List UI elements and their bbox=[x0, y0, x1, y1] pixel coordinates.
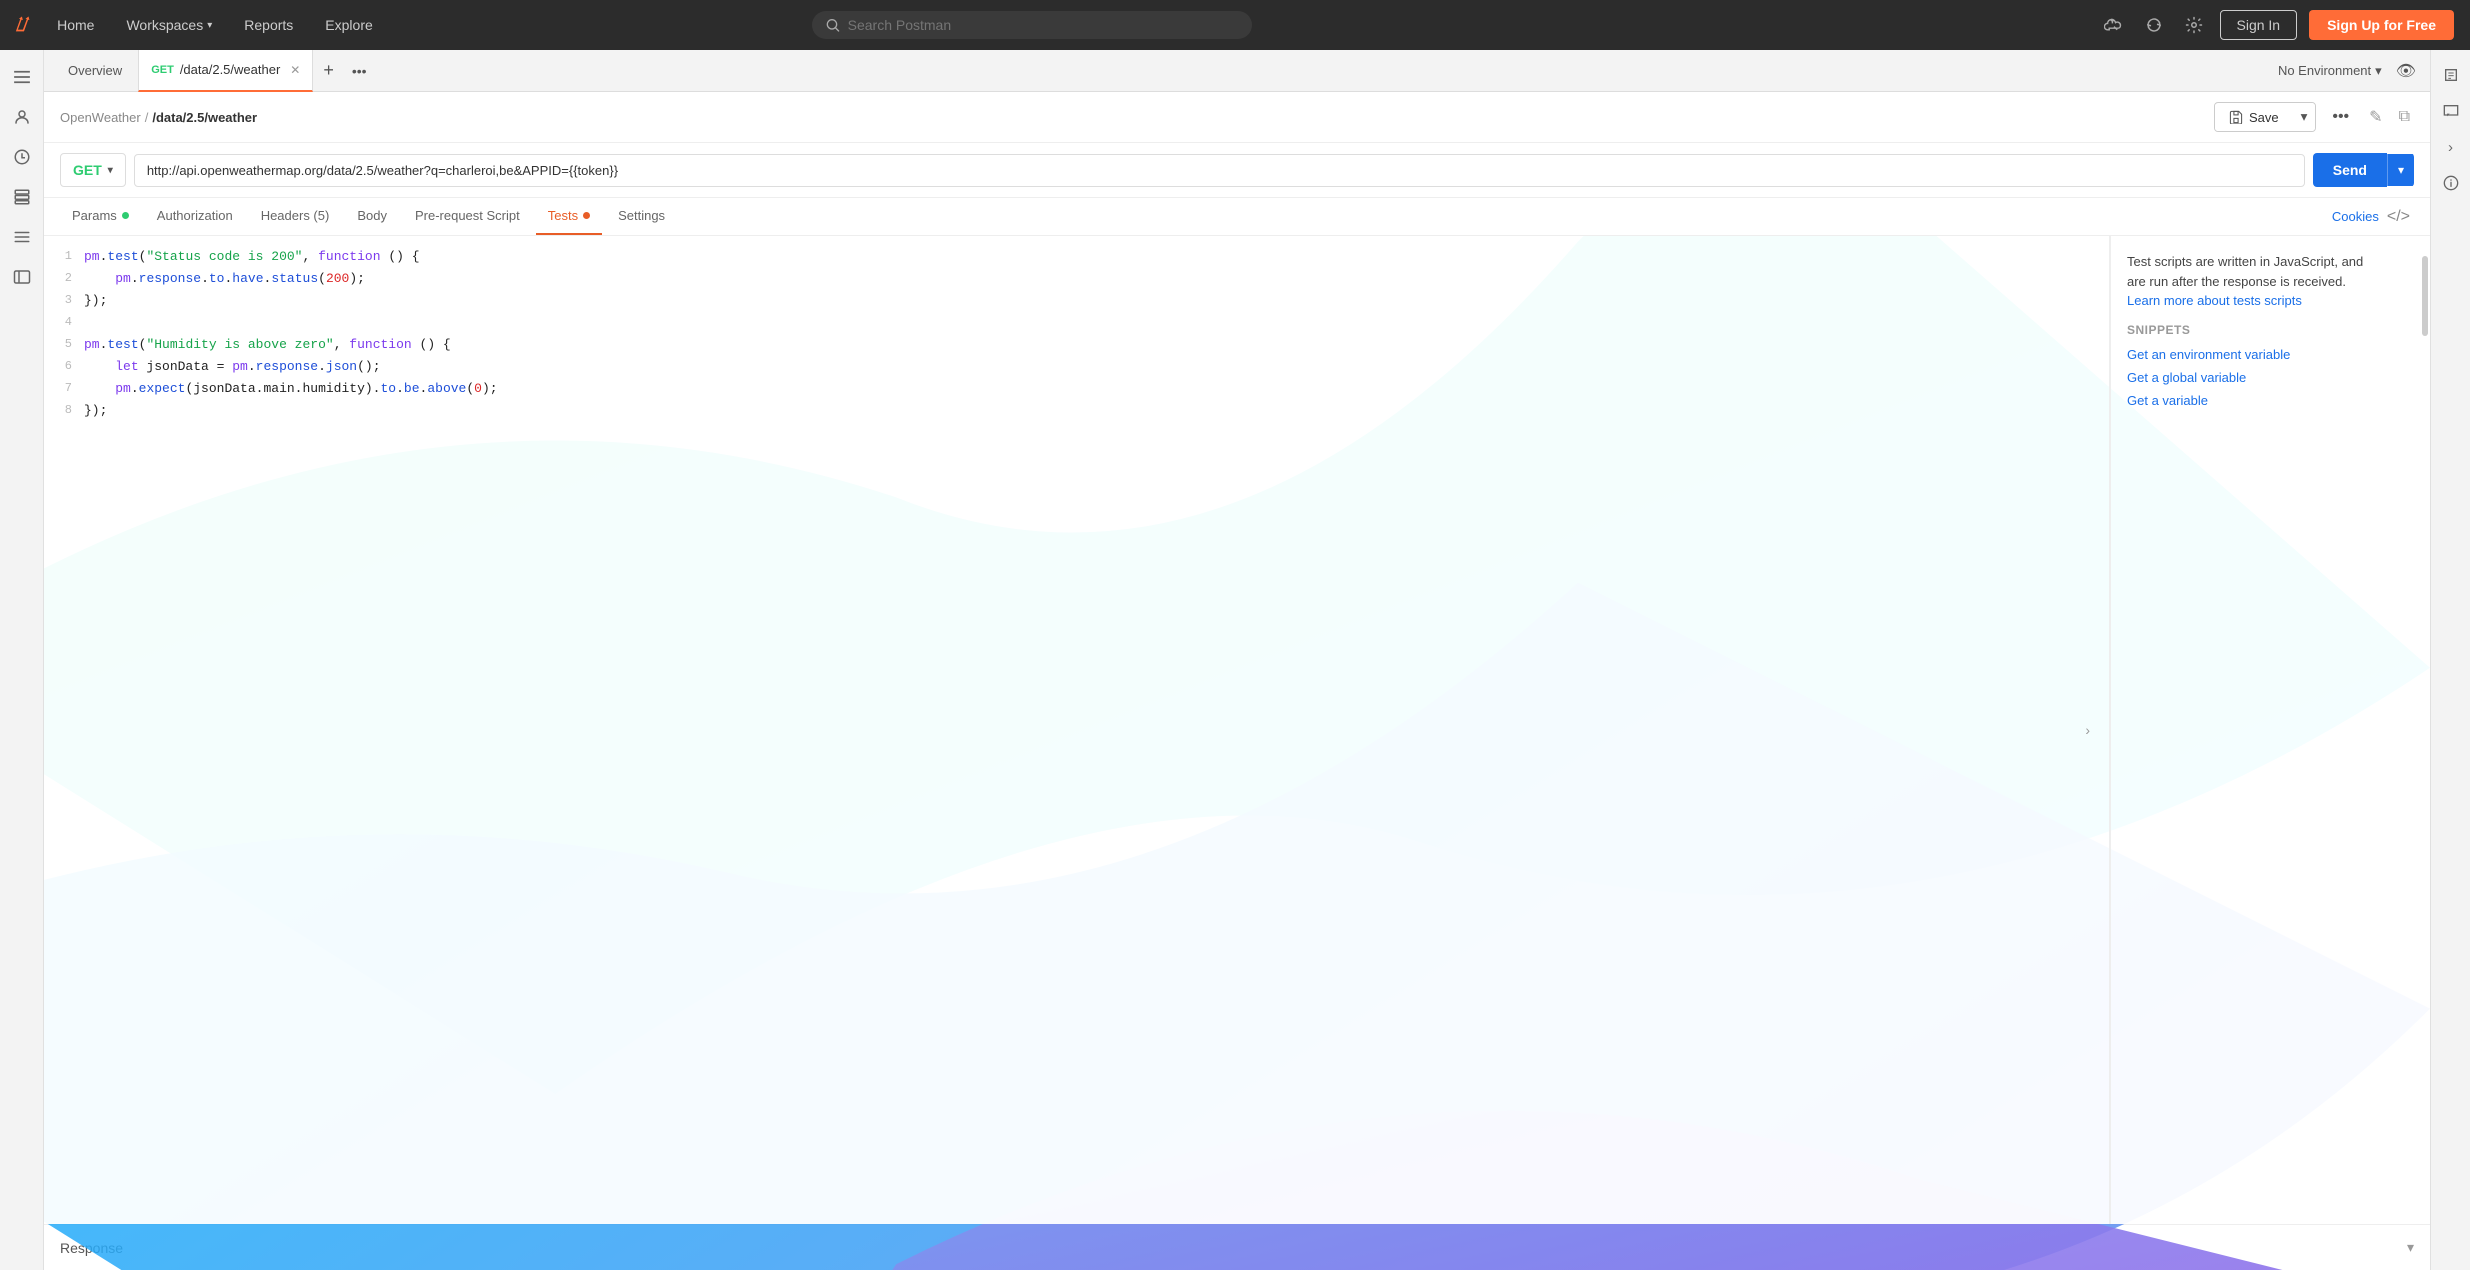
params-dot bbox=[122, 212, 129, 219]
code-line-8: 8 }); bbox=[44, 402, 2109, 424]
code-icon[interactable]: </> bbox=[2383, 208, 2414, 226]
environment-selector[interactable]: No Environment ▾ bbox=[2270, 63, 2390, 79]
breadcrumb-separator: / bbox=[145, 110, 149, 125]
request-header: OpenWeather / /data/2.5/weather Save ▾ •… bbox=[44, 92, 2430, 143]
env-arrow-icon: ▾ bbox=[2375, 63, 2382, 79]
request-tabs: Params Authorization Headers (5) Body Pr… bbox=[44, 198, 2430, 236]
new-tab-button[interactable]: + bbox=[313, 60, 344, 81]
url-input[interactable] bbox=[134, 154, 2305, 187]
tab-headers[interactable]: Headers (5) bbox=[249, 198, 342, 235]
editor-area: 1 pm.test("Status code is 200", function… bbox=[44, 236, 2430, 1224]
nav-home[interactable]: Home bbox=[45, 11, 106, 39]
workspaces-arrow-icon: ▾ bbox=[207, 20, 212, 31]
search-icon bbox=[826, 18, 839, 32]
send-button[interactable]: Send bbox=[2313, 153, 2387, 187]
code-line-4: 4 bbox=[44, 314, 2109, 336]
sidebar-history-icon[interactable] bbox=[5, 140, 39, 174]
nav-reports[interactable]: Reports bbox=[232, 11, 305, 39]
right-expand-icon[interactable]: › bbox=[2436, 132, 2466, 162]
snippets-title: SNIPPETS bbox=[2127, 323, 2414, 337]
sidebar-collection-icon[interactable] bbox=[5, 180, 39, 214]
nav-explore[interactable]: Explore bbox=[313, 11, 384, 39]
code-line-6: 6 let jsonData = pm.response.json(); bbox=[44, 358, 2109, 380]
tab-body[interactable]: Body bbox=[345, 198, 399, 235]
snippet-item-2[interactable]: Get a global variable bbox=[2127, 370, 2414, 385]
postman-logo: ⌰ bbox=[16, 14, 29, 37]
tabs-more-button[interactable]: ••• bbox=[344, 63, 375, 79]
tab-pre-request[interactable]: Pre-request Script bbox=[403, 198, 532, 235]
breadcrumb-parent: OpenWeather bbox=[60, 110, 141, 125]
response-label: Response bbox=[60, 1240, 123, 1256]
method-arrow-icon: ▾ bbox=[108, 165, 113, 176]
tab-active-request[interactable]: GET /data/2.5/weather ✕ bbox=[138, 50, 313, 92]
more-actions-button[interactable]: ••• bbox=[2324, 104, 2357, 130]
code-line-2: 2 pm.response.to.have.status(200); bbox=[44, 270, 2109, 292]
tab-tests[interactable]: Tests bbox=[536, 198, 602, 235]
snippets-description: Test scripts are written in JavaScript, … bbox=[2127, 252, 2414, 311]
send-button-group[interactable]: Send ▾ bbox=[2313, 153, 2414, 187]
cloud-icon[interactable] bbox=[2100, 11, 2128, 39]
code-line-3: 3 }); bbox=[44, 292, 2109, 314]
sidebar-mock-icon[interactable] bbox=[5, 260, 39, 294]
main-content: Overview GET /data/2.5/weather ✕ + ••• N… bbox=[44, 50, 2430, 1270]
right-comments-icon[interactable] bbox=[2436, 96, 2466, 126]
app-layout: Overview GET /data/2.5/weather ✕ + ••• N… bbox=[0, 50, 2470, 1270]
code-editor[interactable]: 1 pm.test("Status code is 200", function… bbox=[44, 236, 2110, 1224]
tab-close-icon[interactable]: ✕ bbox=[290, 63, 300, 77]
code-line-7: 7 pm.expect(jsonData.main.humidity).to.b… bbox=[44, 380, 2109, 402]
breadcrumb: OpenWeather / /data/2.5/weather bbox=[60, 110, 2206, 125]
right-sidebar: › bbox=[2430, 50, 2470, 1270]
right-docs-icon[interactable] bbox=[2436, 60, 2466, 90]
tab-settings[interactable]: Settings bbox=[606, 198, 677, 235]
send-dropdown-button[interactable]: ▾ bbox=[2387, 154, 2414, 186]
snippets-panel: Test scripts are written in JavaScript, … bbox=[2110, 236, 2430, 1224]
tab-path: /data/2.5/weather bbox=[180, 62, 280, 77]
method-label: GET bbox=[73, 162, 102, 178]
save-icon bbox=[2229, 110, 2243, 124]
learn-more-link[interactable]: Learn more about tests scripts bbox=[2127, 293, 2302, 308]
search-bar[interactable] bbox=[812, 11, 1252, 39]
environment-eye-icon[interactable]: 👁 bbox=[2390, 61, 2422, 81]
code-line-5: 5 pm.test("Humidity is above zero", func… bbox=[44, 336, 2109, 358]
snippet-item-3[interactable]: Get a variable bbox=[2127, 393, 2414, 408]
top-navigation: ⌰ Home Workspaces ▾ Reports Explore Sign… bbox=[0, 0, 2470, 50]
tab-authorization[interactable]: Authorization bbox=[145, 198, 245, 235]
url-bar: GET ▾ Send ▾ bbox=[44, 143, 2430, 198]
sidebar-env-icon[interactable] bbox=[5, 220, 39, 254]
tab-params[interactable]: Params bbox=[60, 198, 141, 235]
cookies-link[interactable]: Cookies bbox=[2332, 209, 2379, 224]
left-sidebar bbox=[0, 50, 44, 1270]
code-line-1: 1 pm.test("Status code is 200", function… bbox=[44, 248, 2109, 270]
response-collapse-icon[interactable]: ▾ bbox=[2407, 1239, 2414, 1256]
nav-workspaces[interactable]: Workspaces ▾ bbox=[114, 11, 224, 39]
save-main-button[interactable]: Save bbox=[2215, 104, 2293, 131]
panel-expand-icon[interactable]: › bbox=[2085, 722, 2090, 738]
copy-icon[interactable]: ⧉ bbox=[2395, 104, 2414, 130]
settings-icon[interactable] bbox=[2180, 11, 2208, 39]
signin-button[interactable]: Sign In bbox=[2220, 10, 2298, 40]
tests-dot bbox=[583, 212, 590, 219]
method-selector[interactable]: GET ▾ bbox=[60, 153, 126, 187]
breadcrumb-current: /data/2.5/weather bbox=[152, 110, 257, 125]
sidebar-user-icon[interactable] bbox=[5, 100, 39, 134]
right-info-icon[interactable] bbox=[2436, 168, 2466, 198]
header-actions: Save ▾ ••• ✎ ⧉ bbox=[2214, 102, 2414, 132]
sidebar-menu-icon[interactable] bbox=[5, 60, 39, 94]
tab-method: GET bbox=[151, 64, 174, 76]
tabs-bar: Overview GET /data/2.5/weather ✕ + ••• N… bbox=[44, 50, 2430, 92]
nav-right-actions: Sign In Sign Up for Free bbox=[2100, 10, 2455, 40]
snippets-scrollbar[interactable] bbox=[2422, 256, 2428, 336]
tab-overview[interactable]: Overview bbox=[52, 50, 138, 92]
snippet-item-1[interactable]: Get an environment variable bbox=[2127, 347, 2414, 362]
edit-icon[interactable]: ✎ bbox=[2365, 103, 2386, 131]
response-area: Response ▾ bbox=[44, 1224, 2430, 1270]
sync-icon[interactable] bbox=[2140, 11, 2168, 39]
signup-button[interactable]: Sign Up for Free bbox=[2309, 10, 2454, 40]
save-dropdown-button[interactable]: ▾ bbox=[2293, 103, 2316, 131]
save-button-group[interactable]: Save ▾ bbox=[2214, 102, 2316, 132]
search-input[interactable] bbox=[848, 17, 1239, 33]
